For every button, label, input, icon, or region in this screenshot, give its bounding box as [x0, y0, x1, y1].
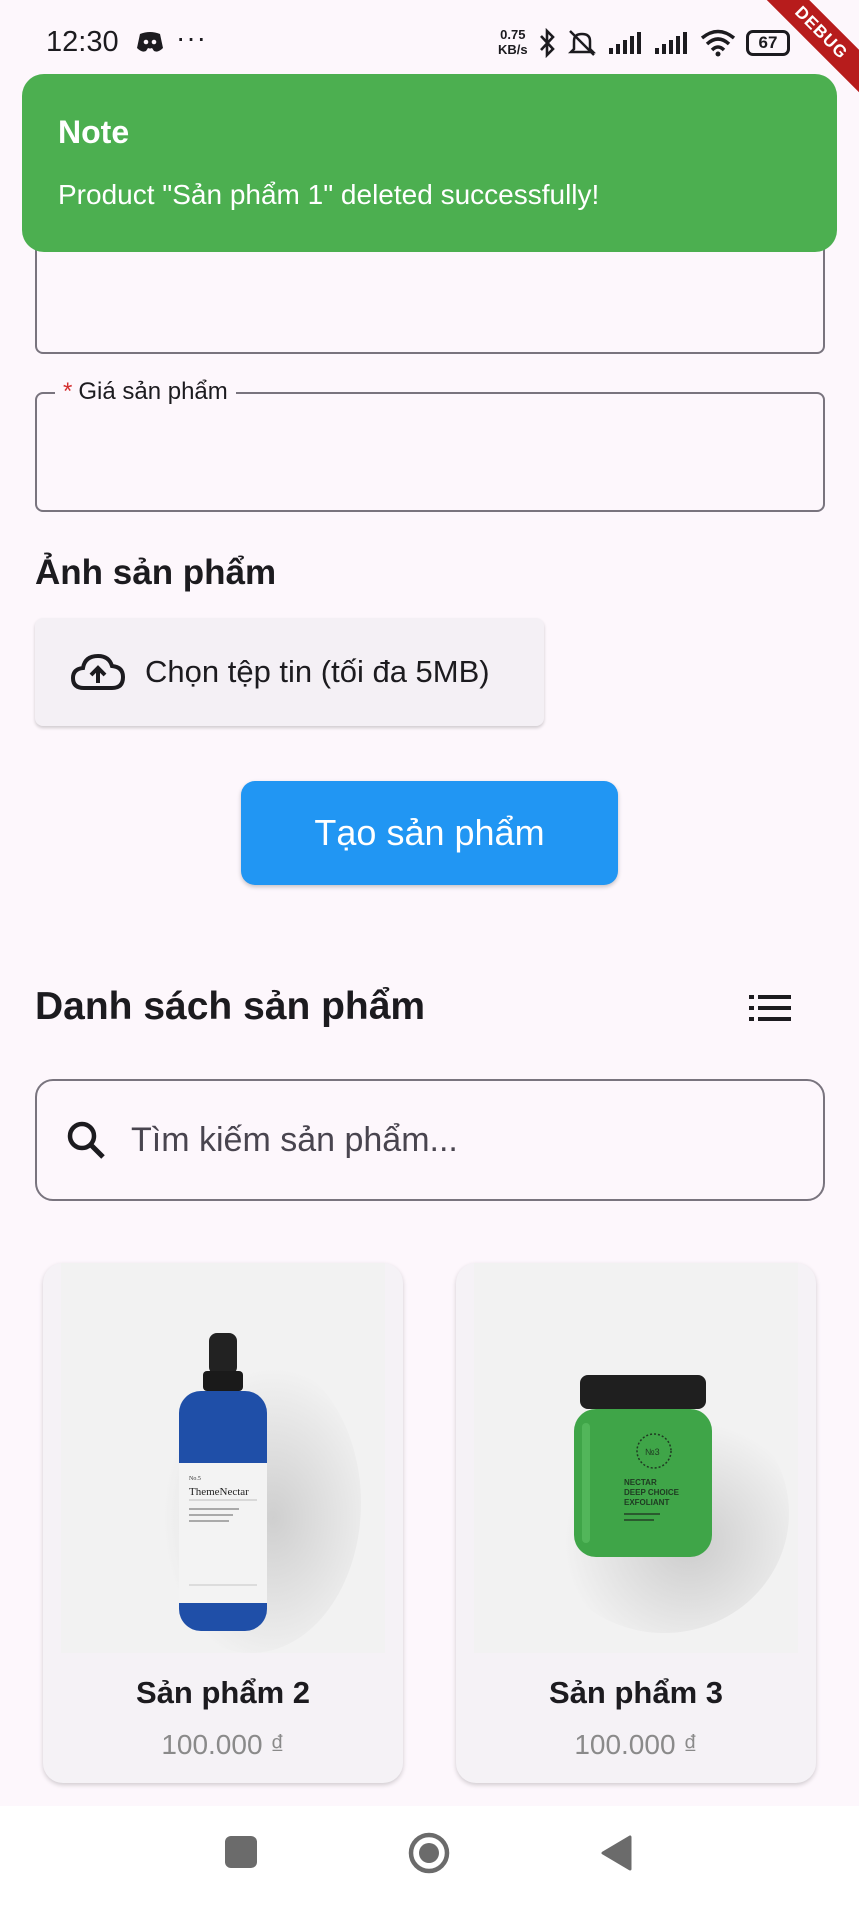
- wifi-icon: [700, 29, 736, 57]
- speed-unit: KB/s: [498, 42, 528, 57]
- create-product-button[interactable]: Tạo sản phẩm: [241, 781, 618, 885]
- price-field[interactable]: * Giá sản phẩm: [35, 378, 825, 512]
- bottle-illustration: No.5 ThemeNectar: [141, 1333, 361, 1653]
- product-image: No.5 ThemeNectar: [61, 1263, 385, 1653]
- image-section-heading: Ảnh sản phẩm: [35, 553, 277, 592]
- product-image: №3 NECTAR DEEP CHOICE EXFOLIANT: [474, 1263, 798, 1653]
- list-view-icon[interactable]: [749, 995, 791, 1021]
- discord-icon: [137, 32, 163, 52]
- navigation-bar: [0, 1806, 859, 1908]
- success-toast[interactable]: Note Product "Sản phẩm 1" deleted succes…: [22, 74, 837, 252]
- status-icons: 67: [538, 26, 790, 60]
- status-time: 12:30: [46, 26, 119, 58]
- product-name: Sản phẩm 2: [136, 1675, 310, 1710]
- price-field-label: * Giá sản phẩm: [55, 378, 236, 406]
- home-button[interactable]: [407, 1831, 451, 1875]
- toast-title: Note: [58, 114, 130, 150]
- upload-file-label: Chọn tệp tin (tối đa 5MB): [145, 654, 490, 689]
- jar-badge: №3: [645, 1447, 660, 1457]
- bottle-label-brand: ThemeNectar: [189, 1486, 249, 1498]
- more-notifications-icon: ···: [176, 22, 207, 53]
- upload-file-button[interactable]: Chọn tệp tin (tối đa 5MB): [35, 618, 544, 726]
- required-mark: *: [63, 378, 73, 405]
- product-card[interactable]: №3 NECTAR DEEP CHOICE EXFOLIANT Sản phẩm…: [456, 1263, 816, 1783]
- recent-apps-button[interactable]: [225, 1836, 257, 1868]
- product-card[interactable]: No.5 ThemeNectar Sản phẩm 2 100.000 ₫: [43, 1263, 403, 1783]
- network-speed: 0.75 KB/s: [498, 27, 528, 57]
- product-price: 100.000 ₫: [161, 1729, 285, 1760]
- jar-label-line3: EXFOLIANT: [624, 1498, 669, 1507]
- bell-off-icon: [567, 30, 597, 56]
- jar-label-line1: NECTAR: [624, 1478, 657, 1487]
- search-icon: [67, 1121, 105, 1159]
- price-label-text: Giá sản phẩm: [78, 378, 228, 405]
- signal-icon: [609, 32, 641, 54]
- jar-illustration: №3 NECTAR DEEP CHOICE EXFOLIANT: [539, 1375, 789, 1633]
- product-list-heading: Danh sách sản phẩm: [35, 985, 426, 1028]
- back-button[interactable]: [600, 1834, 634, 1872]
- product-name: Sản phẩm 3: [549, 1675, 723, 1710]
- search-input[interactable]: [131, 1120, 751, 1160]
- speed-value: 0.75: [500, 27, 526, 42]
- bluetooth-icon: [540, 28, 555, 58]
- bottle-label-no: No.5: [189, 1476, 201, 1482]
- product-price: 100.000 ₫: [574, 1729, 698, 1760]
- toast-message: Product "Sản phẩm 1" deleted successfull…: [58, 179, 600, 210]
- search-bar[interactable]: [35, 1079, 825, 1201]
- jar-label-line2: DEEP CHOICE: [624, 1488, 680, 1497]
- cloud-upload-icon: [71, 653, 125, 690]
- battery-icon: 67: [746, 30, 790, 56]
- signal-icon: [655, 32, 687, 54]
